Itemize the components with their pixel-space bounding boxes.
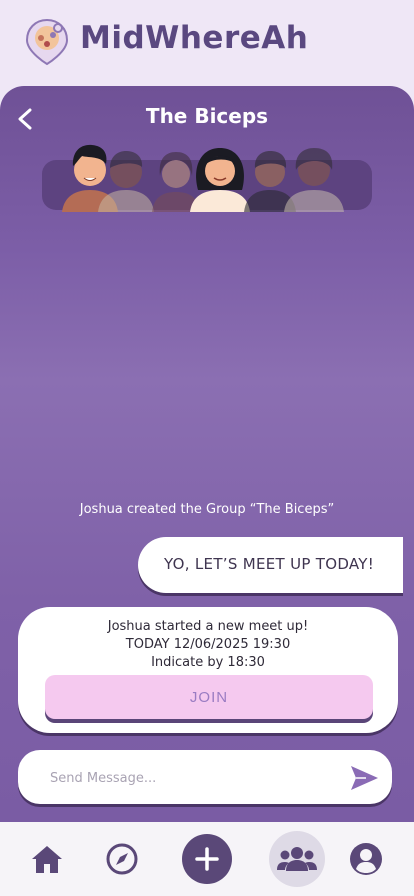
chat-panel: The Biceps Joshua created the Group “The… xyxy=(0,86,414,822)
avatar xyxy=(190,148,250,212)
group-created-message: Joshua created the Group “The Biceps” xyxy=(79,502,335,517)
nav-profile[interactable] xyxy=(343,822,389,896)
nav-groups[interactable] xyxy=(268,822,326,896)
logo-icon xyxy=(25,18,69,66)
group-title: The Biceps xyxy=(145,104,269,128)
group-icon xyxy=(277,847,317,871)
meetup-datetime: TODAY 12/06/2025 19:30 xyxy=(125,637,291,652)
profile-icon xyxy=(350,843,382,875)
home-icon xyxy=(32,846,62,873)
compass-icon xyxy=(106,843,138,875)
group-avatars[interactable] xyxy=(60,140,360,212)
plus-icon xyxy=(195,847,219,871)
send-icon[interactable] xyxy=(348,762,380,794)
nav-explore[interactable] xyxy=(99,822,145,896)
meetup-title: Joshua started a new meet up! xyxy=(107,619,309,634)
message-input[interactable] xyxy=(48,764,322,792)
app-header: MidWhereAh xyxy=(0,0,414,86)
bottom-navigation xyxy=(0,822,414,896)
groups-button[interactable] xyxy=(269,831,325,887)
nav-home[interactable] xyxy=(24,822,70,896)
join-button[interactable]: JOIN xyxy=(45,675,373,719)
create-button[interactable] xyxy=(182,834,232,884)
app-brand-title: MidWhereAh xyxy=(80,20,309,56)
outgoing-message-bubble: YO, LET’S MEET UP TODAY! xyxy=(138,537,403,593)
meetup-card: Joshua started a new meet up! TODAY 12/0… xyxy=(18,607,398,733)
message-composer xyxy=(18,750,392,804)
nav-create[interactable] xyxy=(180,822,234,896)
meetup-deadline: Indicate by 18:30 xyxy=(151,655,265,670)
outgoing-message-text: YO, LET’S MEET UP TODAY! xyxy=(164,555,375,573)
avatar xyxy=(284,148,344,212)
